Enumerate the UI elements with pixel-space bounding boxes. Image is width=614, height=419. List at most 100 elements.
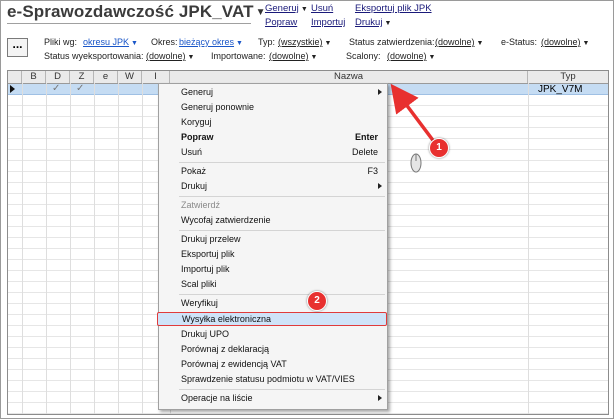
chevron-down-icon: ▼ [300,6,308,13]
eksportuj-label: Eksportuj plik JPK [355,3,432,14]
status-wyeksportowania-value: (dowolne) [146,51,186,61]
usun-label: Usuń [311,3,334,14]
column-header-z[interactable]: Z [70,71,94,83]
importowane-value: (dowolne) [269,51,309,61]
more-options-button[interactable]: ... [7,38,28,57]
generuj-label: Generuj [265,3,299,14]
column-header-typ[interactable]: Typ [528,71,608,83]
menu-item-label: Drukuj UPO [181,329,230,339]
menu-item-label: Weryfikuj [181,298,218,308]
menu-item-label: Drukuj przelew [181,234,241,244]
menu-item-label: Porównaj z deklaracją [181,344,270,354]
menu-item-label: Porównaj z ewidencją VAT [181,359,287,369]
menu-item-porownaj-z-deklaracja[interactable]: Porównaj z deklaracją [159,343,387,357]
generuj-link[interactable]: Generuj ▼ [265,3,308,14]
importuj-link[interactable]: Importuj [311,17,345,28]
menu-item-drukuj[interactable]: Drukuj [159,180,387,194]
column-header-i[interactable]: I [142,71,170,83]
menu-item-label: Generuj [181,87,214,97]
menu-item-label: Sprawdzenie statusu podmiotu w VAT/VIES [181,374,355,384]
menu-item-label: Wycofaj zatwierdzenie [181,215,271,225]
grid-divider [46,83,47,414]
menu-separator [179,294,385,295]
typ-dropdown[interactable]: (wszystkie) ▼ [278,37,331,47]
submenu-arrow-icon [378,183,382,189]
menu-item-zatwierdz: Zatwierdź [159,199,387,213]
menu-item-drukuj-upo[interactable]: Drukuj UPO [159,328,387,342]
check-icon: ✓ [52,83,61,94]
menu-item-label: Pokaż [181,166,207,176]
menu-item-label: Zatwierdź [181,200,221,210]
menu-item-drukuj-przelew[interactable]: Drukuj przelew [159,233,387,247]
menu-item-eksportuj-plik[interactable]: Eksportuj plik [159,248,387,262]
importuj-label: Importuj [311,17,346,28]
menu-item-importuj-plik[interactable]: Importuj plik [159,263,387,277]
grid-divider [70,83,71,414]
column-header-e[interactable]: e [94,71,118,83]
okres-label: Okres: [151,37,178,47]
menu-item-operacje-na-liscie[interactable]: Operacje na liście [159,392,387,406]
grid-divider [142,83,143,414]
importowane-dropdown[interactable]: (dowolne) ▼ [269,51,317,61]
status-zatwierdzenia-dropdown[interactable]: (dowolne) ▼ [435,37,483,47]
menu-item-label: Usuń [181,147,203,157]
scalony-label: Scalony: [346,51,381,61]
page-title[interactable]: e-Sprawozdawczość JPK_VAT ▼ [7,2,266,22]
app-window: e-Sprawozdawczość JPK_VAT ▼ Generuj ▼ Usuń… [0,0,614,419]
row-pointer-icon [10,85,15,93]
column-header-nazwa[interactable]: Nazwa [170,71,528,83]
mouse-cursor-icon [410,153,422,173]
menu-item-label: Drukuj [181,181,208,191]
typ-cell: JPK_V7M [538,84,583,95]
menu-item-scal-pliki[interactable]: Scal pliki [159,278,387,292]
menu-item-label: Koryguj [181,117,212,127]
chevron-down-icon: ▼ [187,54,195,61]
menu-item-label: Scal pliki [181,279,217,289]
row-indicator-header [8,71,22,83]
okres-dropdown[interactable]: bieżący okres ▼ [179,37,243,47]
okres-value: bieżący okres [179,37,235,47]
e-status-value: (dowolne) [541,37,581,47]
menu-item-koryguj[interactable]: Koryguj [159,116,387,130]
column-header-b[interactable]: B [22,71,46,83]
menu-item-label: Generuj ponownie [181,102,255,112]
menu-item-shortcut: Enter [354,132,378,142]
menu-item-generuj[interactable]: Generuj [159,86,387,100]
annotation-badge-1: 1 [429,138,449,158]
typ-value: (wszystkie) [278,37,323,47]
column-header-w[interactable]: W [118,71,142,83]
chevron-down-icon: ▼ [131,40,138,47]
menu-item-wysylka-elektroniczna[interactable]: Wysyłka elektroniczna [157,312,387,326]
grid-divider [22,83,23,414]
menu-item-wycofaj-zatwierdzenie[interactable]: Wycofaj zatwierdzenie [159,214,387,228]
menu-item-porownaj-z-ewidencja-vat[interactable]: Porównaj z ewidencją VAT [159,358,387,372]
menu-item-generuj-ponownie[interactable]: Generuj ponownie [159,101,387,115]
menu-separator [179,196,385,197]
menu-item-sprawdzenie-statusu[interactable]: Sprawdzenie statusu podmiotu w VAT/VIES [159,373,387,387]
menu-item-weryfikuj[interactable]: Weryfikuj [159,297,387,311]
menu-item-popraw[interactable]: Popraw Enter [159,131,387,145]
menu-separator [179,230,385,231]
menu-item-pokaz[interactable]: Pokaż F3 [159,165,387,179]
grid-divider [118,83,119,414]
column-header-d[interactable]: D [46,71,70,83]
chevron-down-icon: ▼ [582,40,590,47]
popraw-link[interactable]: Popraw [265,17,297,28]
annotation-badge-2: 2 [307,291,327,311]
importowane-label: Importowane: [211,51,266,61]
chevron-down-icon: ▼ [476,40,484,47]
typ-label: Typ: [258,37,276,47]
drukuj-link[interactable]: Drukuj ▼ [355,17,391,28]
menu-item-label: Importuj plik [181,264,230,274]
chevron-down-icon: ▼ [384,20,392,27]
status-wyeksportowania-dropdown[interactable]: (dowolne) ▼ [146,51,194,61]
pliki-wg-dropdown[interactable]: okresu JPK ▼ [83,37,138,47]
e-status-dropdown[interactable]: (dowolne) ▼ [541,37,589,47]
scalony-dropdown[interactable]: (dowolne) ▼ [387,51,435,61]
chevron-down-icon: ▼ [428,54,436,61]
submenu-arrow-icon [378,89,382,95]
eksportuj-plik-jpk-link[interactable]: Eksportuj plik JPK [355,3,432,14]
menu-item-usun[interactable]: Usuń Delete [159,146,387,160]
submenu-arrow-icon [378,395,382,401]
usun-link[interactable]: Usuń [311,3,333,14]
